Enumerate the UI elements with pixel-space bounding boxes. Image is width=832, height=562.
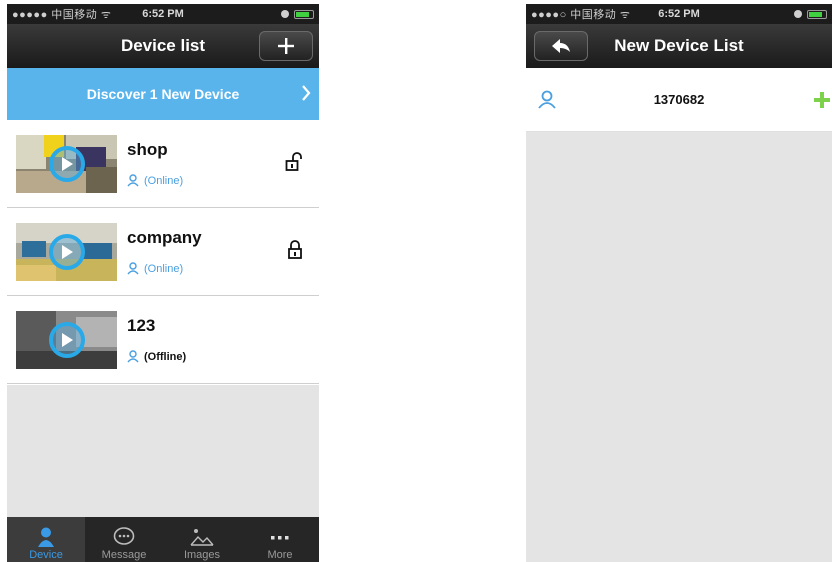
- user-icon: [127, 262, 139, 275]
- play-icon: [49, 321, 85, 358]
- device-row-123[interactable]: 123 (Offline): [7, 296, 319, 384]
- tab-more-label: More: [267, 549, 293, 561]
- battery-icon: [294, 9, 314, 19]
- alarm-icon: [794, 10, 802, 18]
- back-button[interactable]: [534, 31, 588, 61]
- battery-icon: [807, 9, 827, 19]
- play-icon: [49, 145, 85, 182]
- chat-bubble-icon: [113, 527, 135, 545]
- status-bar: ●●●●● 中国移动 ᯤ 6:52 PM: [7, 4, 319, 24]
- device-status: (Online): [127, 174, 183, 187]
- nav-bar: New Device List: [526, 24, 832, 68]
- tab-message-label: Message: [101, 549, 147, 561]
- new-device-list-screen: ●●●●○ 中国移动 ᯤ 6:52 PM New Device List 137…: [526, 4, 832, 562]
- device-name: 123: [127, 316, 156, 335]
- person-icon: [38, 527, 54, 547]
- locked-lock-icon[interactable]: [287, 240, 303, 260]
- empty-area: [7, 385, 319, 517]
- status-time: 6:52 PM: [658, 8, 700, 20]
- camera-thumbnail[interactable]: [16, 134, 117, 193]
- device-status: (Offline): [127, 350, 186, 363]
- camera-thumbnail[interactable]: [16, 222, 117, 281]
- status-time: 6:52 PM: [142, 8, 184, 20]
- carrier-label: ●●●●● 中国移动 ᯤ: [12, 9, 112, 21]
- tab-message[interactable]: Message: [85, 517, 163, 562]
- device-status-text: (Online): [144, 174, 184, 187]
- device-status: (Online): [127, 262, 202, 275]
- discover-banner-text: Discover 1 New Device: [86, 86, 240, 102]
- page-title: New Device List: [614, 36, 744, 55]
- device-status-text: (Online): [144, 262, 184, 275]
- carrier-label: ●●●●○ 中国移动 ᯤ: [531, 9, 631, 21]
- new-device-row[interactable]: 1370682: [526, 68, 832, 132]
- device-status-text: (Offline): [144, 350, 187, 363]
- device-name: shop: [127, 140, 168, 159]
- back-arrow-icon: [552, 39, 570, 53]
- add-device-button[interactable]: [259, 31, 313, 61]
- image-icon: [190, 529, 214, 546]
- device-name: company: [127, 228, 202, 247]
- alarm-icon: [281, 10, 289, 18]
- tab-device-label: Device: [29, 549, 63, 561]
- user-icon: [127, 174, 139, 187]
- tab-more[interactable]: More: [241, 517, 319, 562]
- play-icon: [49, 233, 85, 270]
- empty-area: [526, 132, 832, 562]
- user-icon: [127, 350, 139, 363]
- tab-images[interactable]: Images: [163, 517, 241, 562]
- nav-bar: Device list: [7, 24, 319, 68]
- device-list-screen: ●●●●● 中国移动 ᯤ 6:52 PM Device list Discove…: [7, 4, 319, 562]
- discover-new-device-banner[interactable]: Discover 1 New Device: [7, 68, 319, 120]
- more-dots-icon: [271, 536, 289, 540]
- page-title: Device list: [120, 36, 206, 55]
- new-device-id: 1370682: [653, 92, 705, 107]
- camera-thumbnail[interactable]: [16, 310, 117, 369]
- device-row-shop[interactable]: shop (Online): [7, 120, 319, 208]
- chevron-right-icon: [302, 85, 311, 101]
- plus-icon: [278, 38, 294, 54]
- add-plus-icon[interactable]: [814, 92, 830, 108]
- status-bar: ●●●●○ 中国移动 ᯤ 6:52 PM: [526, 4, 832, 24]
- tab-device[interactable]: Device: [7, 517, 85, 562]
- tab-images-label: Images: [183, 549, 221, 561]
- tab-bar: Device Message Images More: [7, 517, 319, 562]
- device-row-company[interactable]: company (Online): [7, 208, 319, 296]
- unlocked-lock-icon[interactable]: [285, 152, 303, 172]
